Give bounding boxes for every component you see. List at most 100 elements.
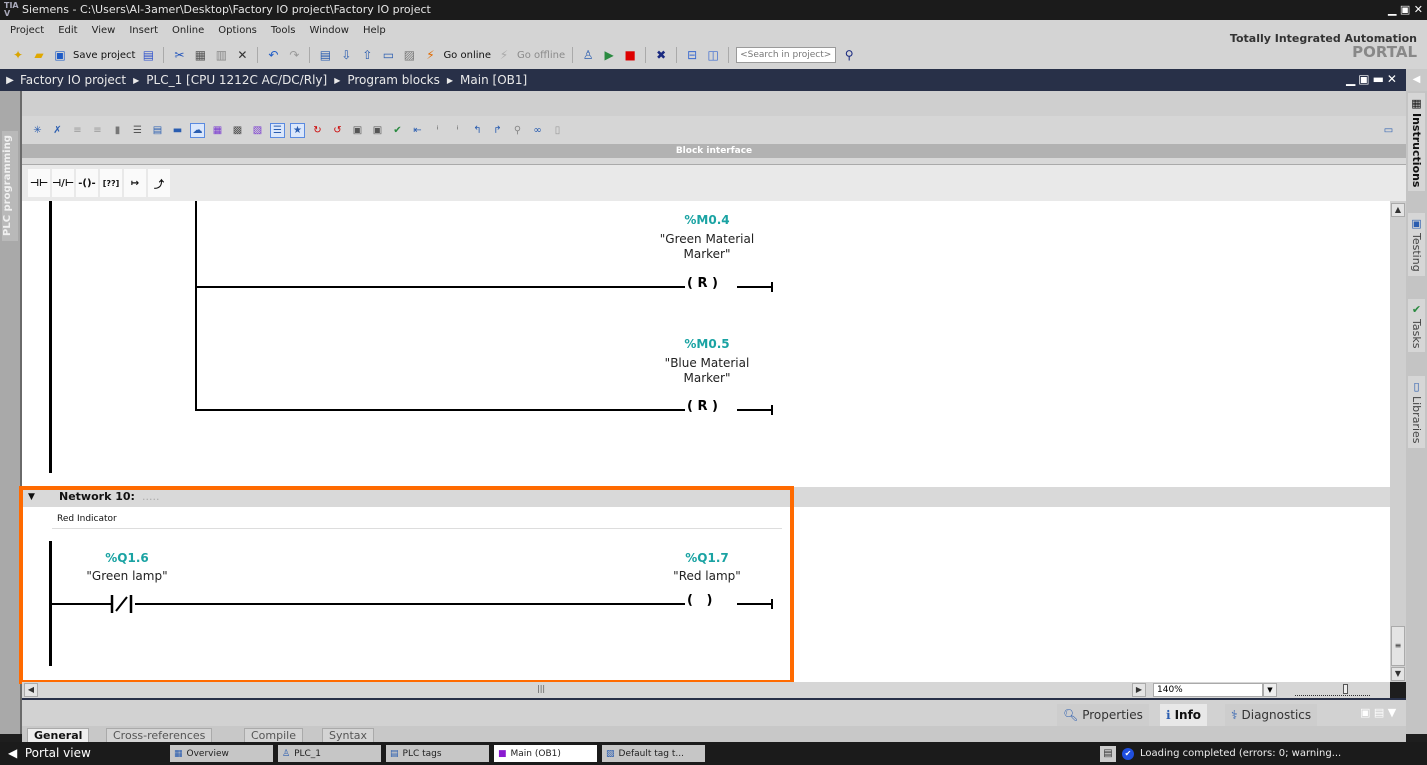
horizontal-scrollbar[interactable]: ◀ ||| xyxy=(22,682,1130,698)
upload-icon[interactable]: ⇧ xyxy=(359,47,375,63)
inspector-window-controls[interactable]: ▣ ▤ ▼ xyxy=(1360,706,1396,719)
network-title-placeholder[interactable]: ..... xyxy=(142,487,159,507)
subtab-compile[interactable]: Compile xyxy=(244,728,303,742)
step-icon[interactable]: ⁱ xyxy=(430,123,445,138)
simulation-icon[interactable]: ▭ xyxy=(380,47,396,63)
subtab-general[interactable]: General xyxy=(27,728,90,742)
coil-address[interactable]: %M0.4 xyxy=(652,213,762,227)
paste-icon[interactable]: ▥ xyxy=(213,47,229,63)
coil-address[interactable]: %Q1.7 xyxy=(652,551,762,565)
save-project-button[interactable]: Save project xyxy=(73,50,135,61)
step-over-icon[interactable]: ⁱ xyxy=(450,123,465,138)
add-row-icon[interactable]: ≡ xyxy=(90,123,105,138)
tab-diagnostics[interactable]: ⚕ Diagnostics xyxy=(1225,704,1318,726)
zoom-input[interactable]: 140% xyxy=(1153,683,1263,697)
download-icon[interactable]: ⇩ xyxy=(338,47,354,63)
subtab-cross-references[interactable]: Cross-references xyxy=(106,728,213,742)
window-controls[interactable]: ▁ ▣ ✕ xyxy=(1388,0,1423,20)
monitor-icon[interactable]: ⚲ xyxy=(510,123,525,138)
save-icon[interactable]: ▣ xyxy=(52,47,68,63)
taskbar-item-main-ob1[interactable]: ■ Main (OB1) xyxy=(494,745,597,762)
breadcrumb-item[interactable]: Main [OB1] xyxy=(460,73,527,87)
cut-icon[interactable]: ✂ xyxy=(171,47,187,63)
runtime-icon[interactable]: ▨ xyxy=(401,47,417,63)
reset-start-value-icon[interactable]: ▮ xyxy=(110,123,125,138)
reset-coil[interactable]: ( R ) xyxy=(685,399,720,414)
nc-contact-icon[interactable]: ⊣/⊢ xyxy=(52,169,74,197)
accessible-devices-icon[interactable]: ♙ xyxy=(580,47,596,63)
menu-project[interactable]: Project xyxy=(10,25,44,36)
delete-network-icon[interactable]: ✗ xyxy=(50,123,65,138)
menu-window[interactable]: Window xyxy=(310,25,349,36)
taskbar-item-plc1[interactable]: ♙ PLC_1 xyxy=(278,745,381,762)
undo-icon[interactable]: ↶ xyxy=(265,47,281,63)
open-networks-icon[interactable]: ▤ xyxy=(150,123,165,138)
tab-instructions[interactable]: ▦ Instructions xyxy=(1408,93,1425,192)
nc-contact[interactable] xyxy=(109,593,137,615)
tab-info[interactable]: ℹ Info xyxy=(1160,704,1208,726)
search-in-project-input[interactable]: <Search in project> xyxy=(736,47,837,63)
redo-icon[interactable]: ↷ xyxy=(286,47,302,63)
go-online-button[interactable]: Go online xyxy=(443,50,491,61)
menu-insert[interactable]: Insert xyxy=(129,25,158,36)
contact-symbol[interactable]: "Green lamp" xyxy=(62,569,192,584)
start-cpu-icon[interactable]: ▶ xyxy=(601,47,617,63)
jump-back-icon[interactable]: ↰ xyxy=(470,123,485,138)
zoom-slider[interactable] xyxy=(1295,684,1370,696)
split-vertical-icon[interactable]: ◫ xyxy=(705,47,721,63)
menu-online[interactable]: Online xyxy=(172,25,204,36)
database-icon[interactable]: ▯ xyxy=(550,123,565,138)
editor-window-controls[interactable]: ▁▣▬✕ xyxy=(1346,72,1400,86)
cross-reference-icon[interactable]: ✖ xyxy=(653,47,669,63)
coil-address[interactable]: %M0.5 xyxy=(652,337,762,351)
menu-tools[interactable]: Tools xyxy=(271,25,296,36)
breadcrumb-item[interactable]: PLC_1 [CPU 1212C AC/DC/Rly] xyxy=(146,73,327,87)
scroll-grip[interactable]: ||| xyxy=(537,684,545,693)
insert-row-icon[interactable]: ≡ xyxy=(70,123,85,138)
coil-symbol[interactable]: "Red lamp" xyxy=(652,569,762,584)
tab-properties[interactable]: 🔍︎ Properties xyxy=(1057,704,1149,726)
scroll-up-icon[interactable]: ▲ xyxy=(1391,203,1405,217)
insert-network-icon[interactable]: ✳ xyxy=(30,123,45,138)
stop-cpu-icon[interactable]: ■ xyxy=(622,47,638,63)
open-branch-icon[interactable]: ↦ xyxy=(124,169,146,197)
split-horizontal-icon[interactable]: ⊟ xyxy=(684,47,700,63)
favorites-editor-icon[interactable]: ★ xyxy=(290,122,305,138)
plc-programming-tab[interactable]: PLC programming xyxy=(2,131,18,241)
taskbar-item-default-tag-table[interactable]: ▧ Default tag t... xyxy=(602,745,705,762)
coil-icon[interactable]: -()- xyxy=(76,169,98,197)
tab-testing[interactable]: ▣ Testing xyxy=(1408,213,1425,276)
expand-project-tree-icon[interactable]: ▶ xyxy=(0,75,20,86)
collapse-network-icon[interactable]: ▼ xyxy=(28,487,35,507)
open-project-icon[interactable]: ▰ xyxy=(31,47,47,63)
taskbar-item-overview[interactable]: ▦ Overview xyxy=(170,745,273,762)
tab-libraries[interactable]: ▯ Libraries xyxy=(1408,376,1425,448)
symbol-info-icon[interactable]: ▩ xyxy=(230,123,245,138)
portal-view-button[interactable]: ◀ Portal view xyxy=(8,745,91,762)
menu-view[interactable]: View xyxy=(92,25,116,36)
check-icon[interactable]: ✔ xyxy=(390,123,405,138)
breakpoint-icon[interactable]: ↻ xyxy=(310,123,325,138)
show-log-icon[interactable]: ▤ xyxy=(1100,745,1116,762)
scroll-thumb[interactable]: ≡ xyxy=(1391,626,1405,666)
binoculars-icon[interactable]: ⚲ xyxy=(841,47,857,63)
menu-help[interactable]: Help xyxy=(363,25,386,36)
open-block-interface-icon[interactable]: ▭ xyxy=(1381,123,1396,138)
remove-breakpoint-icon[interactable]: ↺ xyxy=(330,123,345,138)
block-interface-header[interactable]: Block interface xyxy=(22,144,1406,158)
print-icon[interactable]: ▤ xyxy=(140,47,156,63)
call-env-icon[interactable]: ▣ xyxy=(370,123,385,138)
go-offline-icon[interactable]: ⚡ xyxy=(496,47,512,63)
favorites-icon[interactable]: ☰ xyxy=(270,122,285,138)
delete-icon[interactable]: ✕ xyxy=(234,47,250,63)
output-coil[interactable]: ( ) xyxy=(685,593,715,608)
network-comment[interactable]: Red Indicator xyxy=(52,509,782,529)
navigation-icon[interactable]: ▬ xyxy=(170,123,185,138)
collapse-right-pane-icon[interactable]: ◀ xyxy=(1406,69,1427,91)
zoom-slider-thumb[interactable] xyxy=(1343,684,1348,694)
absolute-operands-icon[interactable]: ▦ xyxy=(210,123,225,138)
contact-address[interactable]: %Q1.6 xyxy=(72,551,182,565)
go-offline-button[interactable]: Go offline xyxy=(517,50,565,61)
new-project-icon[interactable]: ✦ xyxy=(10,47,26,63)
go-online-icon[interactable]: ⚡ xyxy=(422,47,438,63)
